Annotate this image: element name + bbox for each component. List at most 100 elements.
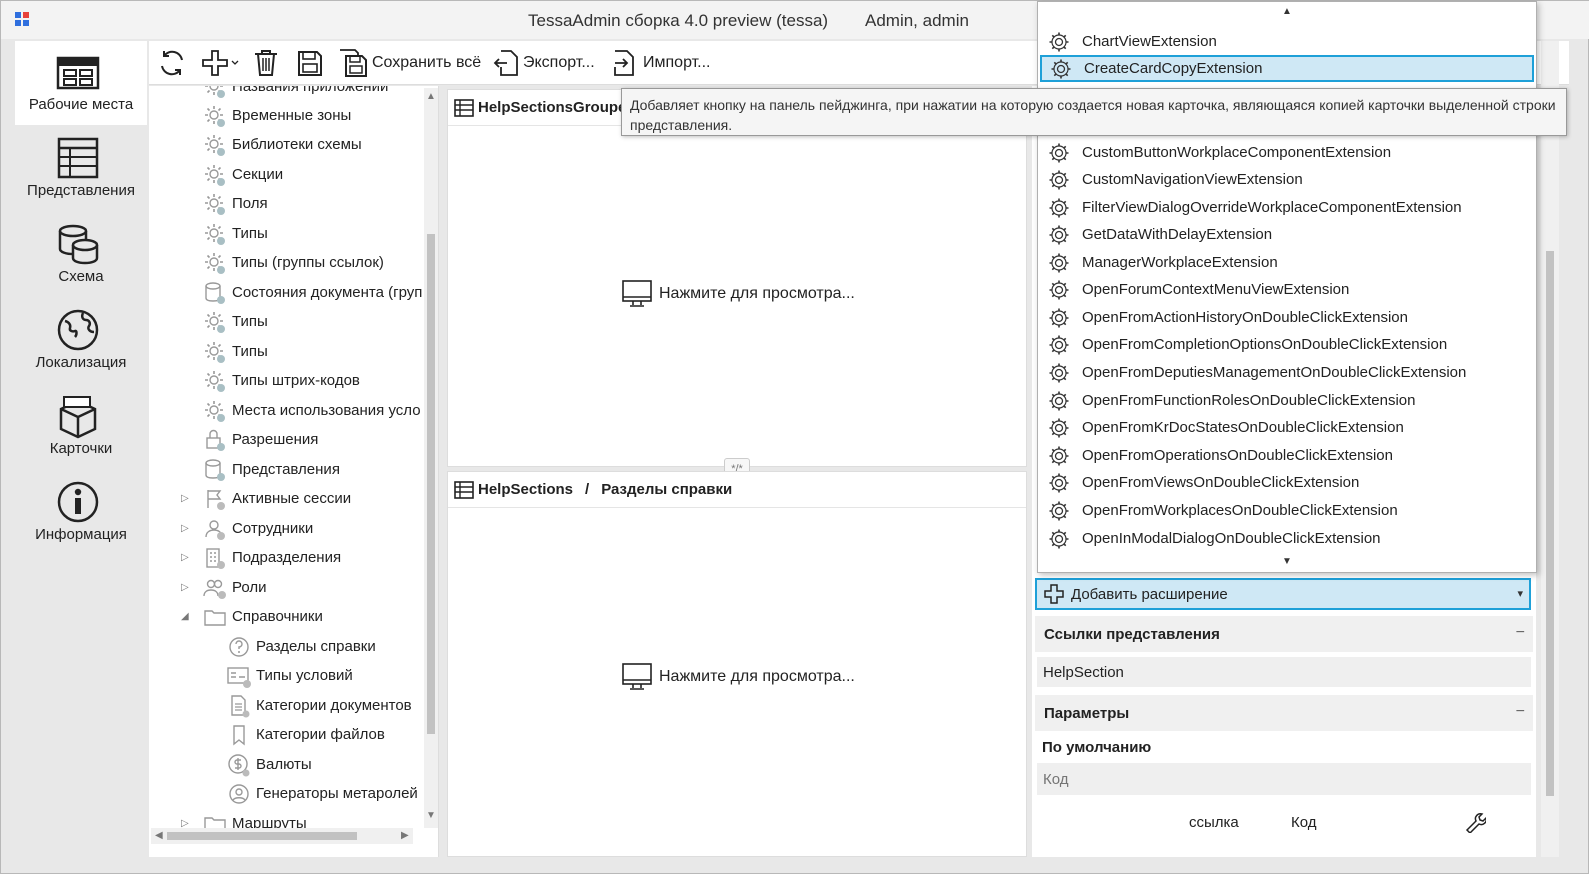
refresh-button[interactable] bbox=[157, 47, 187, 79]
tree-item[interactable]: Временные зоны bbox=[203, 101, 351, 130]
help-icon bbox=[227, 635, 251, 659]
scroll-down-icon[interactable]: ▼ bbox=[426, 810, 436, 821]
flag-icon bbox=[203, 487, 227, 511]
dropdown-item[interactable]: OpenFromActionHistoryOnDoubleClickExtens… bbox=[1040, 304, 1534, 331]
save-all-icon bbox=[340, 49, 367, 77]
tree-item[interactable]: Секции bbox=[203, 160, 283, 189]
nav-item-localization[interactable]: Локализация bbox=[15, 299, 147, 383]
add-extension-combobox[interactable]: Добавить расширение ▾ bbox=[1035, 578, 1531, 610]
dropdown-item[interactable]: CreateCardCopyExtension bbox=[1040, 55, 1534, 82]
dropdown-item[interactable]: OpenFromDeputiesManagementOnDoubleClickE… bbox=[1040, 359, 1534, 386]
params-section-header[interactable]: Параметры − bbox=[1035, 695, 1533, 731]
dropdown-item[interactable]: OpenForumContextMenuViewExtension bbox=[1040, 276, 1534, 303]
collapse-icon[interactable]: − bbox=[1516, 703, 1525, 721]
tree-item[interactable]: Состояния документа (груп bbox=[203, 278, 422, 307]
click-to-view-bottom[interactable]: Нажмите для просмотра... bbox=[621, 662, 855, 692]
wrench-icon[interactable] bbox=[1464, 811, 1486, 833]
dropdown-item[interactable]: FilterViewDialogOverrideWorkplaceCompone… bbox=[1040, 194, 1534, 221]
scroll-thumb[interactable] bbox=[167, 832, 357, 840]
database-icon bbox=[203, 458, 227, 482]
click-to-view-top[interactable]: Нажмите для просмотра... bbox=[621, 279, 855, 309]
dropdown-item[interactable]: OpenFromWorkplacesOnDoubleClickExtension bbox=[1040, 497, 1534, 524]
dropdown-item[interactable]: OpenFromCompletionOptionsOnDoubleClickEx… bbox=[1040, 331, 1534, 358]
tree-item-label: Типы условий bbox=[256, 667, 353, 684]
view-link-row[interactable]: HelpSection bbox=[1037, 657, 1531, 687]
dropdown-item[interactable]: CustomNavigationViewExtension bbox=[1040, 166, 1534, 193]
add-button[interactable] bbox=[201, 47, 239, 79]
dropdown-item[interactable]: GetDataWithDelayExtension bbox=[1040, 221, 1534, 248]
expand-arrow-icon[interactable]: ▷ bbox=[181, 493, 189, 504]
gear-icon bbox=[1049, 391, 1069, 410]
tree-item[interactable]: Типы bbox=[203, 307, 268, 336]
tree-item[interactable]: Типы bbox=[203, 337, 268, 366]
expand-arrow-icon[interactable]: ▷ bbox=[181, 552, 189, 563]
nav-item-views[interactable]: Представления bbox=[15, 127, 147, 211]
tree-item[interactable]: Генераторы метаролей bbox=[227, 779, 418, 808]
tree-item[interactable]: Активные сессии bbox=[203, 484, 351, 513]
tree-horizontal-scrollbar[interactable]: ◀ ▶ bbox=[151, 828, 413, 844]
dropdown-item[interactable]: CustomButtonWorkplaceComponentExtension bbox=[1040, 139, 1534, 166]
collapse-arrow-icon[interactable]: ◢ bbox=[181, 611, 189, 622]
workplace-tree: Названия приложений Временные зоны Библиот… bbox=[149, 86, 439, 857]
gear-icon bbox=[1049, 143, 1069, 162]
tree-item[interactable]: Подразделения bbox=[203, 543, 341, 572]
expand-arrow-icon[interactable]: ▷ bbox=[181, 582, 189, 593]
scroll-thumb[interactable] bbox=[1546, 251, 1554, 796]
save-button[interactable] bbox=[297, 47, 323, 79]
code-input[interactable] bbox=[1037, 763, 1531, 795]
nav-label: Рабочие места bbox=[28, 96, 134, 113]
tree-item[interactable]: Валюты bbox=[227, 750, 312, 779]
nav-item-schema[interactable]: Схема bbox=[15, 213, 147, 297]
dropdown-item[interactable]: OpenFromFunctionRolesOnDoubleClickExtens… bbox=[1040, 387, 1534, 414]
tree-item[interactable]: Типы условий bbox=[227, 661, 353, 690]
panel-title: HelpSections bbox=[478, 481, 574, 498]
gear-icon bbox=[1049, 473, 1069, 492]
tree-item[interactable]: Справочники bbox=[203, 602, 323, 631]
tree-vertical-scrollbar[interactable]: ▲ ▼ bbox=[424, 88, 438, 828]
scroll-left-icon[interactable]: ◀ bbox=[155, 830, 163, 841]
tree-item[interactable]: Представления bbox=[203, 455, 340, 484]
extension-dropdown-list[interactable]: ▲ ▼ ChartViewExtension CreateCardCopyExte… bbox=[1037, 1, 1537, 573]
tree-item[interactable]: Роли bbox=[203, 573, 267, 602]
table-view-icon bbox=[454, 480, 474, 499]
nav-label: Представления bbox=[27, 182, 135, 199]
import-button[interactable]: Импорт... bbox=[613, 47, 711, 79]
tree-item[interactable]: Категории файлов bbox=[227, 720, 385, 749]
tree-item[interactable]: Разделы справки bbox=[227, 632, 376, 661]
properties-scrollbar[interactable] bbox=[1541, 41, 1559, 857]
dropdown-item[interactable]: ManagerWorkplaceExtension bbox=[1040, 249, 1534, 276]
nav-item-workplaces[interactable]: Рабочие места bbox=[15, 41, 147, 125]
scroll-thumb[interactable] bbox=[427, 234, 435, 734]
save-all-button[interactable]: Сохранить всё bbox=[338, 47, 481, 79]
export-button[interactable]: Экспорт... bbox=[493, 47, 595, 79]
tree-item[interactable]: Категории документов bbox=[227, 691, 412, 720]
tree-item[interactable]: Типы bbox=[203, 219, 268, 248]
tree-item-label: Представления bbox=[232, 461, 340, 478]
import-label: Импорт... bbox=[643, 54, 711, 71]
tree-item[interactable]: Библиотеки схемы bbox=[203, 130, 362, 159]
scroll-up-icon[interactable]: ▲ bbox=[426, 91, 436, 102]
scroll-down-icon[interactable]: ▼ bbox=[1282, 556, 1292, 567]
scroll-up-icon[interactable]: ▲ bbox=[1282, 6, 1292, 17]
view-links-section-header[interactable]: Ссылки представления − bbox=[1035, 616, 1533, 652]
tree-item[interactable]: Типы (группы ссылок) bbox=[203, 248, 384, 277]
nav-label: Схема bbox=[58, 268, 104, 285]
expand-arrow-icon[interactable]: ▷ bbox=[181, 523, 189, 534]
dropdown-item[interactable]: OpenFromKrDocStatesOnDoubleClickExtensio… bbox=[1040, 414, 1534, 441]
dropdown-item[interactable]: OpenFromViewsOnDoubleClickExtension bbox=[1040, 469, 1534, 496]
nav-item-cards[interactable]: Карточки bbox=[15, 385, 147, 469]
scroll-right-icon[interactable]: ▶ bbox=[401, 830, 409, 841]
gear-icon bbox=[1049, 501, 1069, 520]
dropdown-item[interactable]: OpenFromOperationsOnDoubleClickExtension bbox=[1040, 442, 1534, 469]
tree-item[interactable]: Названия приложений bbox=[203, 86, 388, 101]
tree-item[interactable]: Места использования усло bbox=[203, 396, 421, 425]
tree-item[interactable]: Типы штрих-кодов bbox=[203, 366, 360, 395]
tree-item[interactable]: Сотрудники bbox=[203, 514, 313, 543]
tree-item[interactable]: Разрешения bbox=[203, 425, 318, 454]
dropdown-item[interactable]: ChartViewExtension bbox=[1040, 28, 1534, 55]
tree-item[interactable]: Поля bbox=[203, 189, 268, 218]
collapse-icon[interactable]: − bbox=[1516, 624, 1525, 642]
nav-item-info[interactable]: Информация bbox=[15, 471, 147, 555]
delete-button[interactable] bbox=[253, 47, 279, 79]
dropdown-item[interactable]: OpenInModalDialogOnDoubleClickExtension bbox=[1040, 525, 1534, 552]
